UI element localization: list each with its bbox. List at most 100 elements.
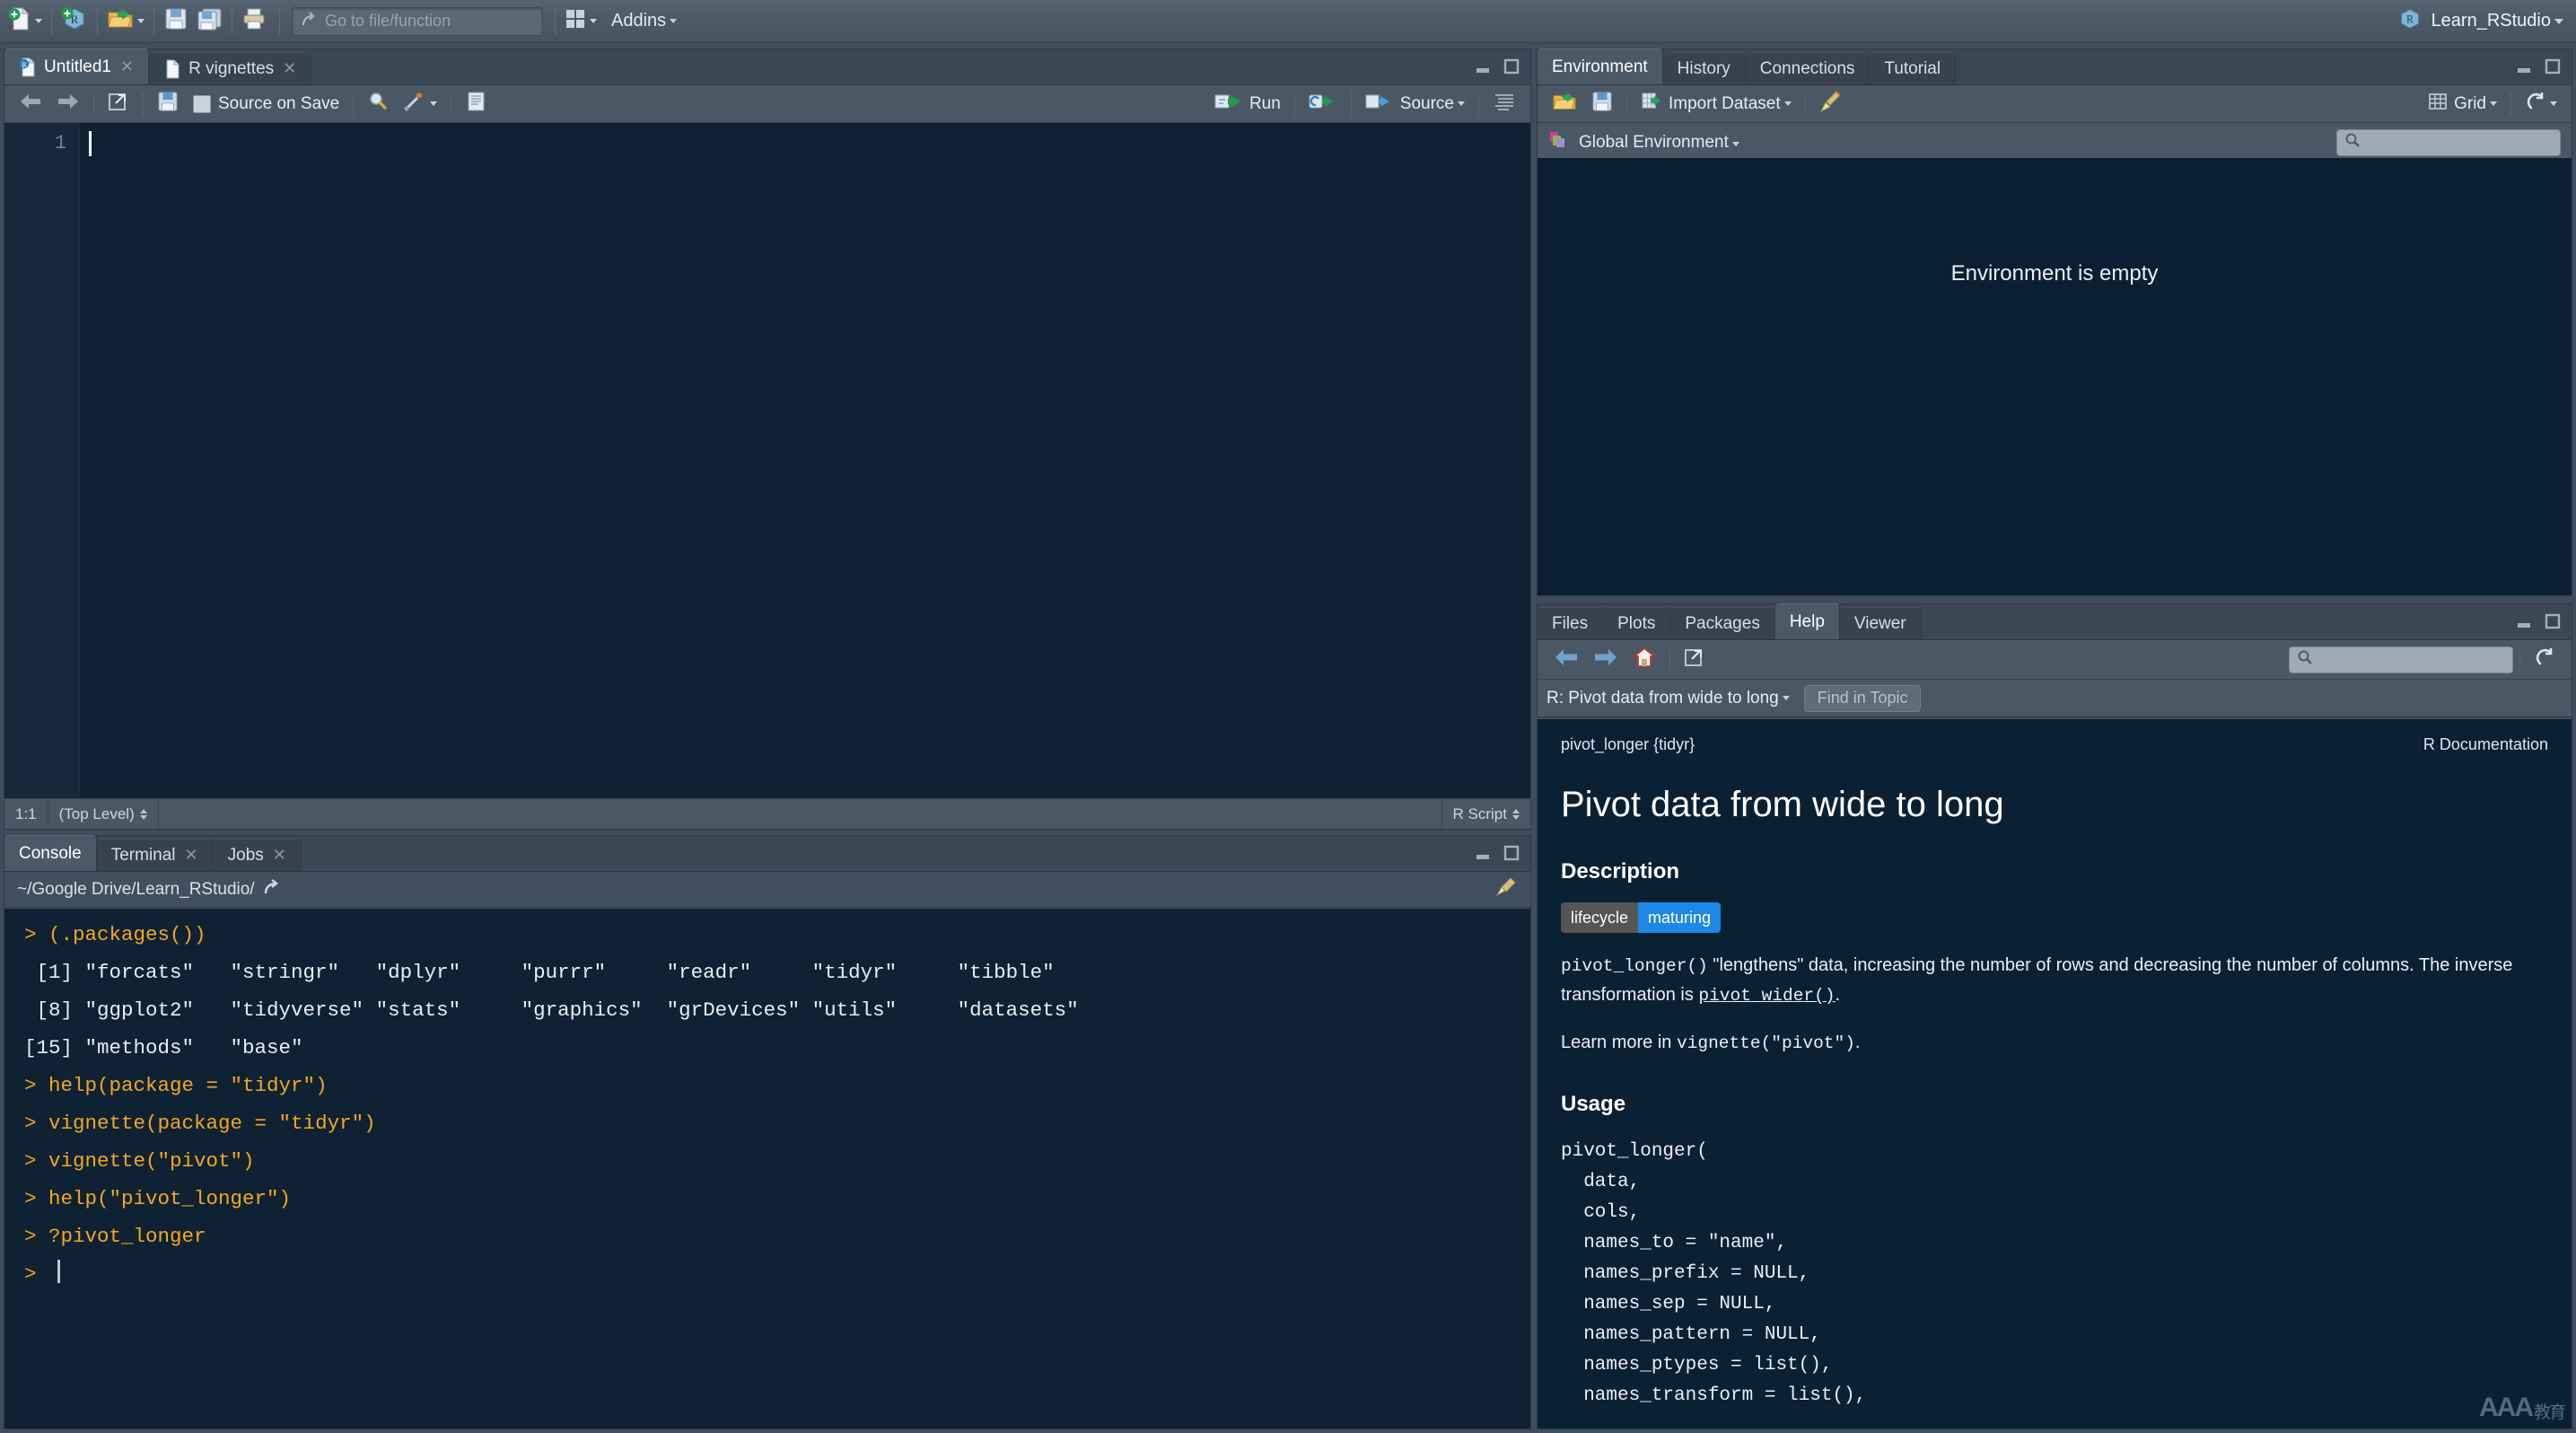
minimize-pane-button[interactable] (1475, 58, 1494, 79)
tab-help[interactable]: Help (1774, 603, 1840, 639)
file-type-selector[interactable]: R Script (1441, 799, 1530, 829)
tab-viewer[interactable]: Viewer (1839, 607, 1922, 639)
clear-environment-button[interactable] (1812, 89, 1850, 119)
help-forward-button[interactable] (1586, 645, 1625, 675)
console-tab-label: Console (19, 843, 82, 863)
learn-more-suffix: . (1854, 1033, 1861, 1052)
run-button[interactable]: Run (1207, 89, 1288, 119)
code-tools-button[interactable] (396, 89, 444, 119)
import-dataset-label: Import Dataset (1669, 93, 1781, 113)
addins-button[interactable]: Addins (601, 4, 681, 39)
tab-console[interactable]: Console (4, 835, 97, 871)
help-search-input[interactable] (2289, 646, 2513, 673)
workspace-panes-button[interactable] (560, 4, 601, 39)
show-in-new-window-icon[interactable] (264, 878, 284, 901)
tab-terminal[interactable]: Terminal ✕ (96, 839, 214, 871)
environment-scope-label[interactable]: Global Environment (1579, 133, 1729, 153)
console-command: help(package = "tidyr") (48, 1074, 328, 1097)
pivot-wider-link[interactable]: pivot_wider() (1698, 986, 1835, 1006)
tab-environment[interactable]: Environment (1538, 48, 1663, 84)
maximize-pane-button[interactable] (2543, 58, 2563, 79)
import-dataset-button[interactable]: Import Dataset (1634, 89, 1799, 119)
view-mode-button[interactable]: Grid (2421, 89, 2504, 119)
tab-jobs[interactable]: Jobs ✕ (213, 839, 302, 871)
code-area[interactable] (80, 123, 1530, 798)
close-icon[interactable]: ✕ (185, 846, 198, 865)
global-toolbar: R Go to file/function Addins R Learn_RSt… (0, 0, 2576, 43)
print-button[interactable] (237, 4, 271, 39)
minimize-pane-button[interactable] (2516, 58, 2536, 79)
arrow-right-icon (1593, 647, 1618, 673)
find-in-topic-input[interactable]: Find in Topic (1803, 684, 1922, 712)
maximize-pane-button[interactable] (1502, 58, 1521, 79)
help-refresh-button[interactable] (2527, 645, 2563, 675)
arrow-right-icon (57, 92, 80, 116)
rerun-button[interactable] (1301, 89, 1345, 119)
close-icon[interactable]: ✕ (273, 846, 286, 865)
notebook-icon (465, 91, 486, 118)
show-in-new-window-icon (1684, 647, 1705, 673)
source-editor[interactable]: 1 (4, 123, 1530, 798)
project-selector[interactable]: R Learn_RStudio (2397, 6, 2576, 36)
source-on-save-toggle[interactable]: Source on Save (186, 89, 346, 119)
minimize-pane-button[interactable] (1475, 845, 1494, 866)
divider (1669, 647, 1670, 672)
environment-scope-bar: Global Environment (1538, 123, 2572, 163)
source-on-save-checkbox[interactable] (193, 94, 211, 113)
close-icon[interactable]: ✕ (120, 57, 134, 76)
document-outline-button[interactable] (1485, 89, 1523, 119)
show-in-new-window-button[interactable] (101, 89, 136, 119)
open-workspace-icon (1552, 91, 1577, 118)
save-workspace-button[interactable] (1584, 89, 1620, 119)
open-file-button[interactable] (102, 4, 149, 39)
help-show-in-new-window-button[interactable] (1677, 645, 1713, 675)
goto-file-function-input[interactable]: Go to file/function (292, 6, 543, 36)
divider (51, 7, 52, 35)
source-tab-untitled1[interactable]: R Untitled1 ✕ (4, 48, 150, 84)
close-icon[interactable]: ✕ (283, 59, 296, 78)
save-button[interactable] (159, 4, 193, 39)
back-button[interactable] (12, 89, 49, 119)
environment-search-input[interactable] (2336, 128, 2561, 156)
grid-icon (2428, 92, 2448, 117)
compile-report-button[interactable] (458, 89, 494, 119)
vignette-code: vignette("pivot") (1676, 1033, 1855, 1053)
refresh-environment-button[interactable] (2518, 89, 2564, 119)
tab-connections[interactable]: Connections (1745, 52, 1871, 84)
home-icon (1632, 646, 1657, 673)
source-button[interactable]: Source (1358, 89, 1472, 119)
maximize-pane-button[interactable] (2543, 613, 2563, 634)
tab-history[interactable]: History (1662, 52, 1746, 84)
chevron-down-icon (590, 19, 597, 23)
working-directory-path[interactable]: ~/Google Drive/Learn_RStudio/ (17, 880, 255, 900)
chevron-down-icon (137, 19, 145, 23)
help-back-button[interactable] (1546, 645, 1586, 675)
clear-console-icon[interactable] (1494, 876, 1518, 903)
source-tab-r-vignettes[interactable]: R vignettes ✕ (149, 52, 312, 84)
save-all-button[interactable] (193, 4, 227, 39)
source-tab-label: R vignettes (188, 58, 275, 78)
chevron-down-icon (670, 19, 678, 23)
help-topic-selector[interactable]: R: Pivot data from wide to long (1546, 689, 1790, 708)
minimize-pane-button[interactable] (2516, 613, 2536, 634)
save-all-icon (197, 7, 223, 35)
file-type-chevrons-icon (1512, 808, 1520, 820)
console-prompt: > (24, 923, 49, 946)
history-tab-label: History (1677, 58, 1730, 78)
tab-tutorial[interactable]: Tutorial (1870, 52, 1957, 84)
new-file-button[interactable] (4, 4, 47, 39)
maximize-pane-button[interactable] (1502, 845, 1521, 866)
help-home-button[interactable] (1625, 645, 1663, 675)
tab-plots[interactable]: Plots (1603, 607, 1671, 639)
tab-packages[interactable]: Packages (1670, 607, 1775, 639)
source-status-bar: 1:1 (Top Level) R Script (4, 798, 1530, 829)
save-workspace-icon (1591, 91, 1613, 118)
load-workspace-button[interactable] (1545, 89, 1584, 119)
console-output[interactable]: > (.packages()) [1] "forcats" "stringr" … (4, 909, 1530, 1429)
forward-button[interactable] (49, 89, 87, 119)
find-replace-button[interactable] (360, 89, 396, 119)
new-project-button[interactable]: R (57, 4, 92, 39)
tab-files[interactable]: Files (1538, 607, 1604, 639)
scope-selector[interactable]: (Top Level) (48, 799, 159, 829)
save-source-button[interactable] (150, 89, 186, 119)
